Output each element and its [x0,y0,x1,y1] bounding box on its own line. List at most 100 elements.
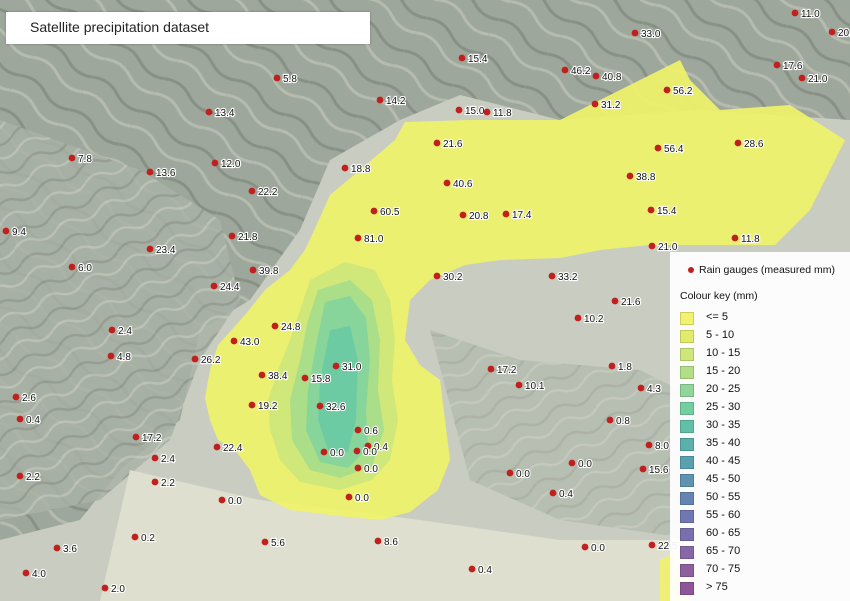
rain-gauge-marker[interactable] [210,282,218,290]
rain-gauge-marker[interactable] [568,459,576,467]
rain-gauge-marker[interactable] [468,565,476,573]
rain-gauge-marker[interactable] [353,447,361,455]
rain-gauge-marker[interactable] [791,9,799,17]
rain-gauge-marker[interactable] [146,168,154,176]
rain-gauge-marker[interactable] [248,401,256,409]
rain-gauge-marker[interactable] [773,61,781,69]
rain-gauge-marker[interactable] [487,365,495,373]
rain-gauge-marker[interactable] [271,322,279,330]
legend-swatch [680,474,694,487]
rain-gauge-marker[interactable] [626,172,634,180]
rain-gauge-marker[interactable] [608,362,616,370]
rain-gauge-marker[interactable] [258,371,266,379]
rain-gauge-marker[interactable] [249,266,257,274]
rain-gauge-marker[interactable] [433,272,441,280]
rain-gauge-marker[interactable] [374,537,382,545]
rain-gauge-marker[interactable] [22,569,30,577]
rain-gauge-value: 2.4 [118,326,132,337]
rain-gauge-marker[interactable] [228,232,236,240]
rain-gauge-marker[interactable] [459,211,467,219]
rain-gauge-marker[interactable] [2,227,10,235]
rain-gauge-value: 20.0 [838,28,850,39]
rain-gauge-marker[interactable] [316,402,324,410]
rain-gauge-marker[interactable] [561,66,569,74]
rain-gauge-marker[interactable] [515,381,523,389]
rain-gauge-value: 15.4 [657,206,677,217]
rain-gauge-marker[interactable] [354,234,362,242]
rain-gauge-marker[interactable] [16,472,24,480]
rain-gauge-value: 8.6 [384,537,398,548]
rain-gauge-marker[interactable] [301,374,309,382]
rain-gauge-marker[interactable] [230,337,238,345]
rain-gauge-marker[interactable] [631,29,639,37]
rain-gauge-marker[interactable] [218,496,226,504]
rain-gauge-value: 17.2 [142,433,162,444]
rain-gauge-marker[interactable] [663,86,671,94]
rain-gauge-marker[interactable] [12,393,20,401]
rain-gauge-marker[interactable] [191,355,199,363]
rain-gauge-marker[interactable] [548,272,556,280]
rain-gauge-marker[interactable] [458,54,466,62]
rain-gauge-marker[interactable] [108,326,116,334]
rain-gauge-marker[interactable] [370,207,378,215]
rain-gauge-marker[interactable] [611,297,619,305]
rain-gauge-marker[interactable] [592,72,600,80]
rain-gauge-marker[interactable] [648,541,656,549]
rain-gauge-marker[interactable] [574,314,582,322]
rain-gauge-marker[interactable] [146,245,154,253]
rain-gauge-marker[interactable] [731,234,739,242]
rain-gauge-value: 15.6 [649,465,669,476]
rain-gauge-value: 33.2 [558,272,578,283]
rain-gauge-marker[interactable] [549,489,557,497]
rain-gauge-marker[interactable] [648,242,656,250]
rain-gauge-value: 18.8 [351,164,371,175]
rain-gauge-marker[interactable] [354,464,362,472]
rain-gauge-marker[interactable] [131,533,139,541]
rain-gauge-marker[interactable] [606,416,614,424]
rain-gauge-marker[interactable] [341,164,349,172]
rain-gauge-marker[interactable] [433,139,441,147]
rain-gauge-marker[interactable] [132,433,140,441]
rain-gauge-marker[interactable] [320,448,328,456]
rain-gauge-marker[interactable] [354,426,362,434]
rain-gauge-value: 30.2 [443,272,463,283]
rain-gauge-marker[interactable] [261,538,269,546]
rain-gauge-marker[interactable] [734,139,742,147]
rain-gauge-marker[interactable] [637,384,645,392]
rain-gauge-marker[interactable] [101,584,109,592]
rain-gauge-marker[interactable] [248,187,256,195]
rain-gauge-marker[interactable] [654,144,662,152]
rain-gauge-marker[interactable] [581,543,589,551]
rain-gauge-value: 40.8 [602,72,622,83]
rain-gauge-marker[interactable] [647,206,655,214]
rain-gauge-marker[interactable] [443,179,451,187]
legend-swatch [680,366,694,379]
rain-gauge-marker[interactable] [483,108,491,116]
rain-gauge-marker[interactable] [53,544,61,552]
rain-gauge-marker[interactable] [273,74,281,82]
rain-gauge-marker[interactable] [591,100,599,108]
rain-gauge-marker[interactable] [107,352,115,360]
rain-gauge-marker[interactable] [639,465,647,473]
rain-gauge-marker[interactable] [376,96,384,104]
legend-class-label: 5 - 10 [706,329,735,341]
rain-gauge-value: 24.4 [220,282,240,293]
rain-gauge-marker[interactable] [68,263,76,271]
rain-gauge-marker[interactable] [332,362,340,370]
rain-gauge-marker[interactable] [455,106,463,114]
rain-gauge-marker[interactable] [213,443,221,451]
rain-gauge-marker[interactable] [645,441,653,449]
rain-gauge-marker[interactable] [502,210,510,218]
rain-gauge-marker[interactable] [506,469,514,477]
rain-gauge-marker[interactable] [68,154,76,162]
rain-gauge-marker[interactable] [151,454,159,462]
rain-gauge-marker[interactable] [205,108,213,116]
legend-class-label: 15 - 20 [706,365,741,377]
rain-gauge-value: 2.6 [22,393,36,404]
rain-gauge-marker[interactable] [828,28,836,36]
rain-gauge-marker[interactable] [16,415,24,423]
rain-gauge-marker[interactable] [151,478,159,486]
rain-gauge-marker[interactable] [211,159,219,167]
rain-gauge-marker[interactable] [798,74,806,82]
rain-gauge-marker[interactable] [345,493,353,501]
